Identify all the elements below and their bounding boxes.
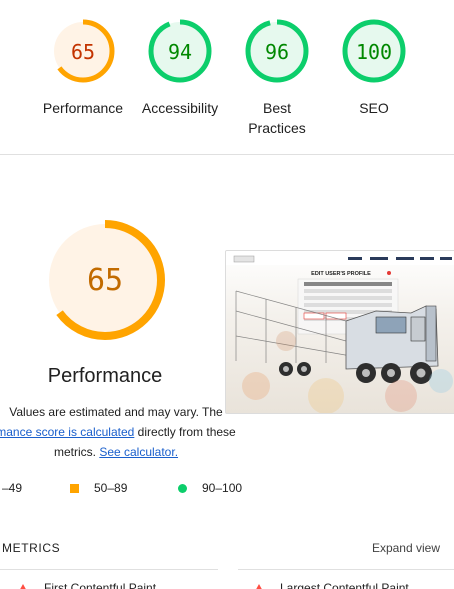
pass-circle-icon [178, 483, 187, 493]
category-accessibility[interactable]: 94 Accessibility [130, 18, 230, 118]
expand-view-toggle[interactable]: Expand view [372, 541, 440, 555]
score-calculation-link[interactable]: mance score is calculated [0, 425, 134, 439]
metrics-heading: METRICS [2, 541, 61, 555]
performance-description: Values are estimated and may vary. The m… [0, 402, 242, 462]
performance-score: 65 [71, 40, 95, 64]
legend-average-range: 50–89 [94, 481, 128, 495]
average-square-icon [70, 483, 79, 493]
performance-gauge: 65 [51, 19, 115, 83]
metric-label: Largest Contentful Paint [280, 581, 409, 589]
legend-average: 50–89 [70, 481, 127, 495]
thumbnail-heading: EDIT USER'S PROFILE [311, 271, 371, 277]
best-practices-label: Best Practices [248, 100, 306, 136]
seo-gauge: 100 [342, 19, 406, 83]
metric-first-contentful-paint: First Contentful Paint [18, 581, 156, 589]
best-practices-gauge: 96 [245, 19, 309, 83]
legend-pass: 90–100 [178, 481, 242, 495]
accessibility-score: 94 [168, 40, 192, 64]
metric-divider-left [0, 569, 218, 570]
description-line-3: metrics. See calculator. [0, 442, 242, 462]
category-performance[interactable]: 65 Performance [33, 18, 133, 118]
accessibility-label: Accessibility [141, 100, 219, 116]
fail-triangle-icon [254, 583, 264, 589]
legend-fail: –49 [2, 481, 22, 495]
see-calculator-link[interactable]: See calculator. [99, 445, 178, 459]
description-line-2-text: directly from these [134, 425, 236, 439]
seo-score: 100 [356, 40, 392, 64]
section-divider [0, 154, 454, 155]
performance-label: Performance [42, 100, 124, 116]
main-performance-title: Performance [47, 365, 163, 387]
accessibility-gauge: 94 [148, 19, 212, 83]
metric-largest-contentful-paint: Largest Contentful Paint [254, 581, 409, 589]
seo-label: SEO [359, 100, 389, 116]
category-seo[interactable]: 100 SEO [324, 18, 424, 118]
main-performance-gauge: 65 [45, 220, 165, 340]
best-practices-score: 96 [265, 40, 289, 64]
metric-divider-right [238, 569, 454, 570]
description-line-3-text: metrics. [53, 445, 100, 459]
main-performance-score: 65 [87, 263, 123, 298]
description-line-2: mance score is calculated directly from … [0, 422, 242, 442]
lighthouse-report: 65 Performance 94 Accessibility 96 Best … [0, 0, 454, 589]
metric-label: First Contentful Paint [44, 581, 157, 589]
legend-pass-range: 90–100 [202, 481, 243, 495]
description-line-1: Values are estimated and may vary. The [9, 405, 223, 419]
legend-fail-range: –49 [2, 481, 23, 495]
thumbnail-artwork: EDIT USER'S PROFILE [226, 251, 454, 413]
page-screenshot-thumbnail[interactable]: EDIT USER'S PROFILE [225, 250, 454, 414]
fail-triangle-icon [18, 583, 28, 589]
category-best-practices[interactable]: 96 Best Practices [227, 18, 327, 138]
